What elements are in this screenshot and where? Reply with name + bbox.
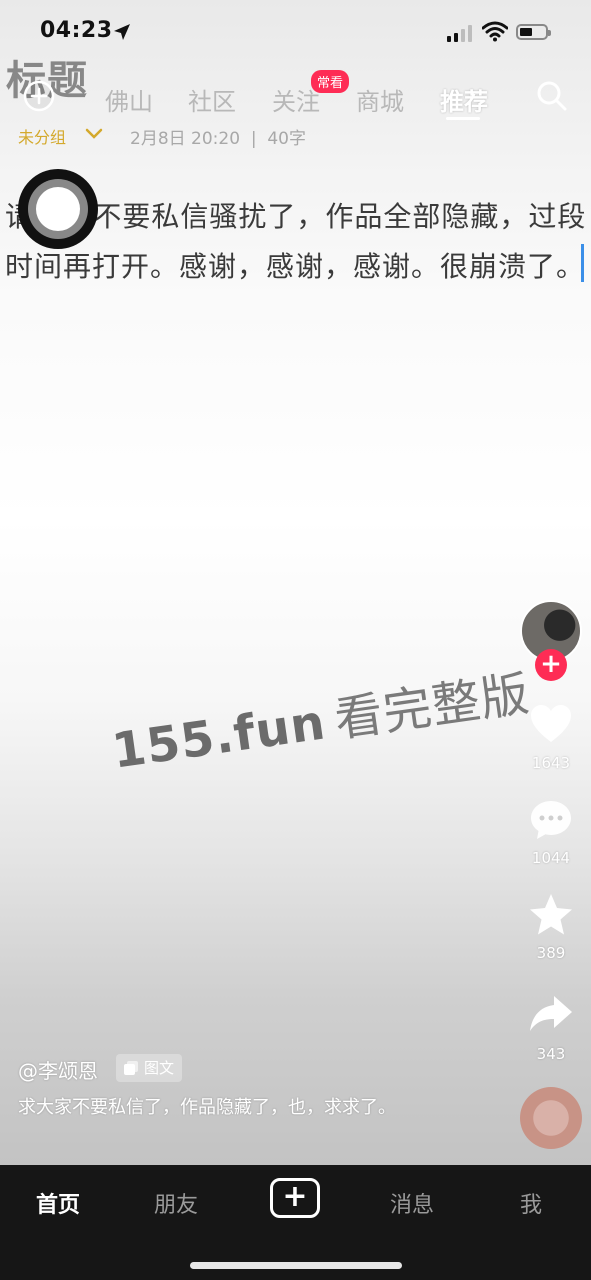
home-indicator (190, 1262, 402, 1269)
post-meta: 2月8日 20:20 | 40字 (130, 129, 307, 149)
add-circle-icon[interactable] (22, 79, 56, 113)
tab-mall[interactable]: 商城 (356, 82, 404, 117)
heart-icon[interactable] (527, 700, 575, 748)
tab-community[interactable]: 社区 (188, 82, 236, 117)
create-button[interactable]: + (270, 1178, 320, 1218)
follow-plus-icon[interactable]: + (535, 649, 567, 681)
nav-me[interactable]: 我 (520, 1187, 542, 1219)
like-count: 1643 (531, 754, 571, 772)
share-count: 343 (536, 1045, 566, 1063)
nav-home[interactable]: 首页 (36, 1187, 80, 1219)
search-icon[interactable] (535, 79, 569, 113)
author-name[interactable]: @李颂恩 (18, 1055, 98, 1084)
following-badge: 常看 (311, 70, 350, 93)
note-line-2: 时间再打开。感谢，感谢，感谢。很崩溃了。 (5, 250, 586, 283)
comment-icon[interactable] (527, 796, 575, 844)
group-selector[interactable]: 未分组 (18, 124, 66, 148)
star-icon[interactable] (527, 891, 575, 939)
tab-foshan[interactable]: 佛山 (105, 82, 153, 117)
image-text-icon (124, 1061, 138, 1075)
status-time: 04:23 (40, 18, 113, 43)
comment-count: 1044 (531, 849, 571, 867)
share-icon[interactable] (527, 990, 575, 1038)
post-caption[interactable]: 求大家不要私信了，作品隐藏了，也，求求了。 (18, 1094, 438, 1122)
post-type-label: 图文 (144, 1059, 175, 1077)
music-disc[interactable] (520, 1087, 582, 1149)
post-type-tag: 图文 (116, 1054, 183, 1082)
cellular-signal-icon (447, 24, 472, 42)
battery-icon (516, 24, 551, 40)
text-caret (581, 244, 584, 282)
wifi-icon (482, 21, 508, 42)
tab-recommended[interactable]: 推荐 (440, 82, 488, 117)
favorite-count: 389 (536, 944, 566, 962)
watermark-suffix: 看完整版 (331, 665, 534, 749)
record-button[interactable] (18, 169, 98, 249)
active-tab-indicator (446, 117, 480, 120)
chevron-down-icon[interactable] (84, 126, 104, 142)
location-arrow-icon (114, 24, 130, 40)
watermark: 155.fun看完整版 (107, 654, 533, 782)
watermark-site: 155.fun (108, 694, 330, 780)
nav-messages[interactable]: 消息 (390, 1187, 434, 1219)
nav-friends[interactable]: 朋友 (154, 1187, 198, 1219)
